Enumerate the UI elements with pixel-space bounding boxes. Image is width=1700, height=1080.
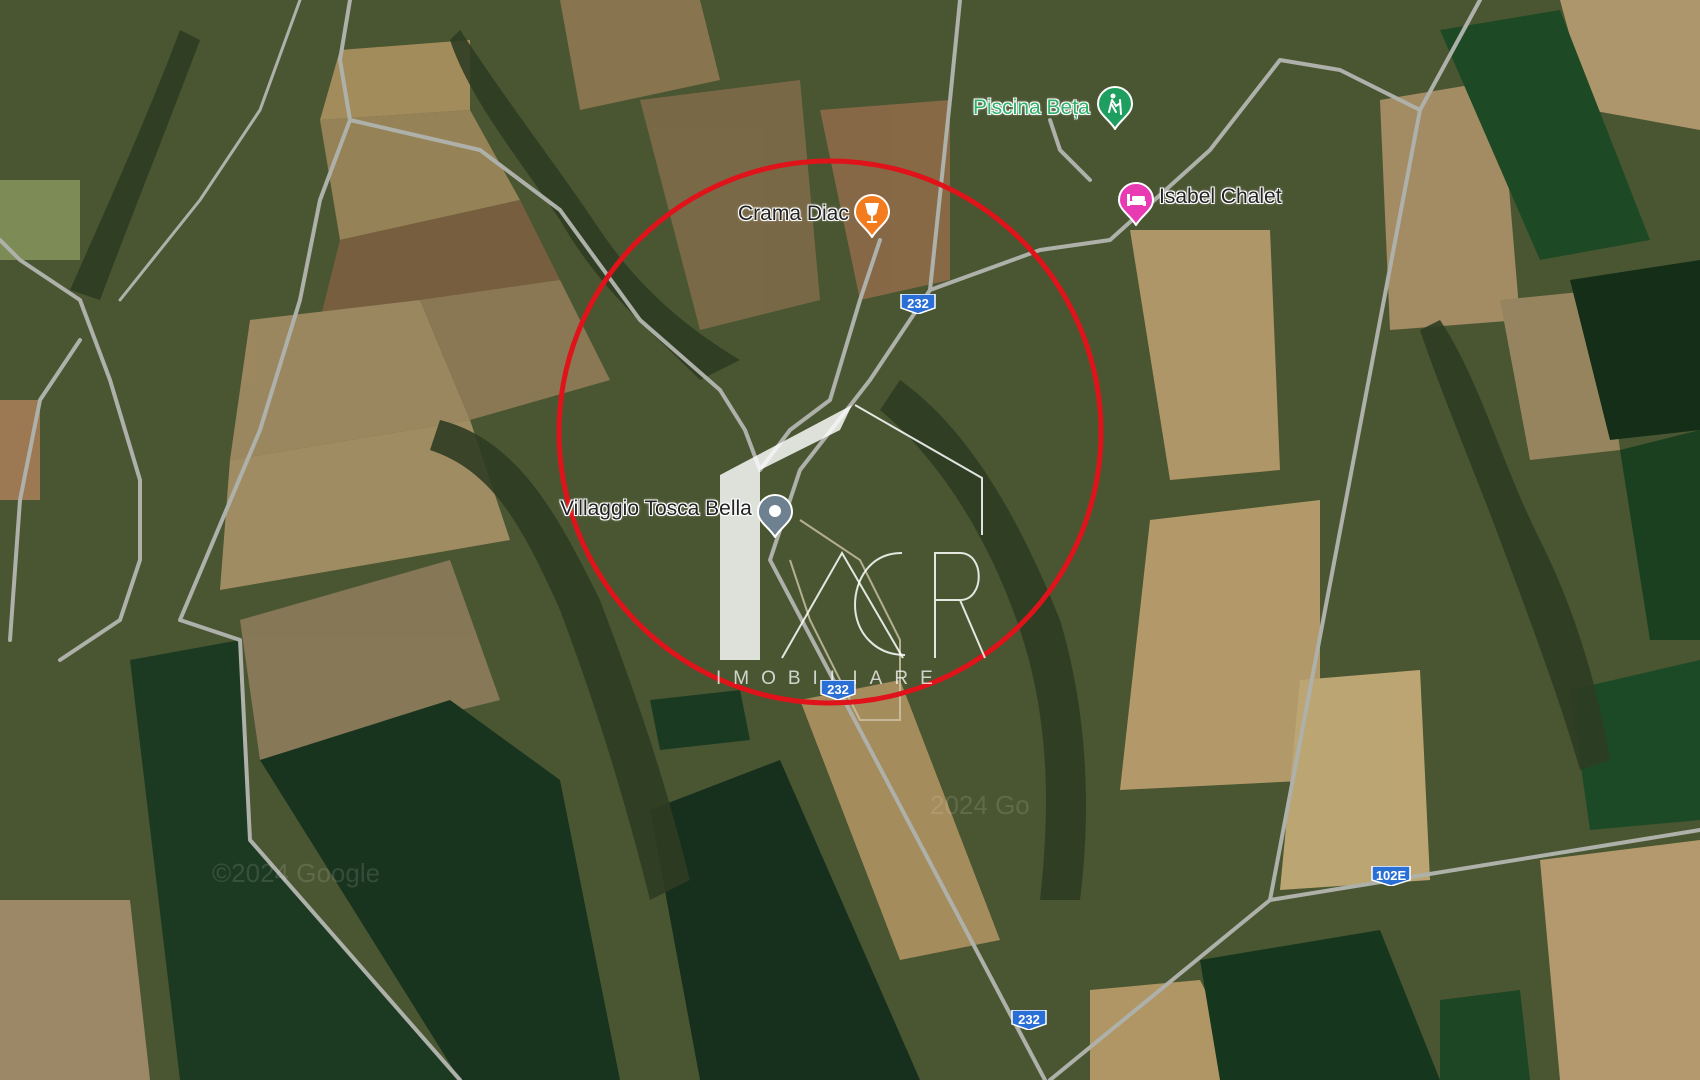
- wine-glass-icon[interactable]: [853, 194, 891, 239]
- poi-label: Isabel Chalet: [1159, 185, 1282, 208]
- road-shield-232: 232: [1010, 1009, 1048, 1031]
- poi-label: Piscina Beța: [973, 96, 1090, 119]
- bed-icon[interactable]: [1117, 182, 1155, 227]
- satellite-map[interactable]: ©2024 Google 2024 Go IMOBILIARE 232 232 …: [0, 0, 1700, 1080]
- copyright-text: ©2024 Google: [212, 858, 381, 888]
- poi-piscina-beta[interactable]: Piscina Beța: [973, 86, 1134, 131]
- hiking-icon[interactable]: [1096, 86, 1134, 131]
- poi-label: Villaggio Tosca Bella: [560, 497, 752, 520]
- road-shield-232: 232: [899, 293, 937, 315]
- poi-villaggio-tosca-bella[interactable]: Villaggio Tosca Bella: [560, 494, 794, 539]
- road-shield-232: 232: [819, 679, 857, 701]
- location-pin-icon[interactable]: [756, 494, 794, 539]
- poi-label: Crama Diac: [738, 202, 849, 225]
- poi-isabel-chalet[interactable]: Isabel Chalet: [1117, 182, 1282, 227]
- satellite-imagery: [0, 0, 1700, 1080]
- road-shield-102e: 102E: [1370, 865, 1412, 887]
- copyright-text: 2024 Go: [930, 790, 1030, 820]
- poi-crama-diac[interactable]: Crama Diac: [738, 190, 891, 239]
